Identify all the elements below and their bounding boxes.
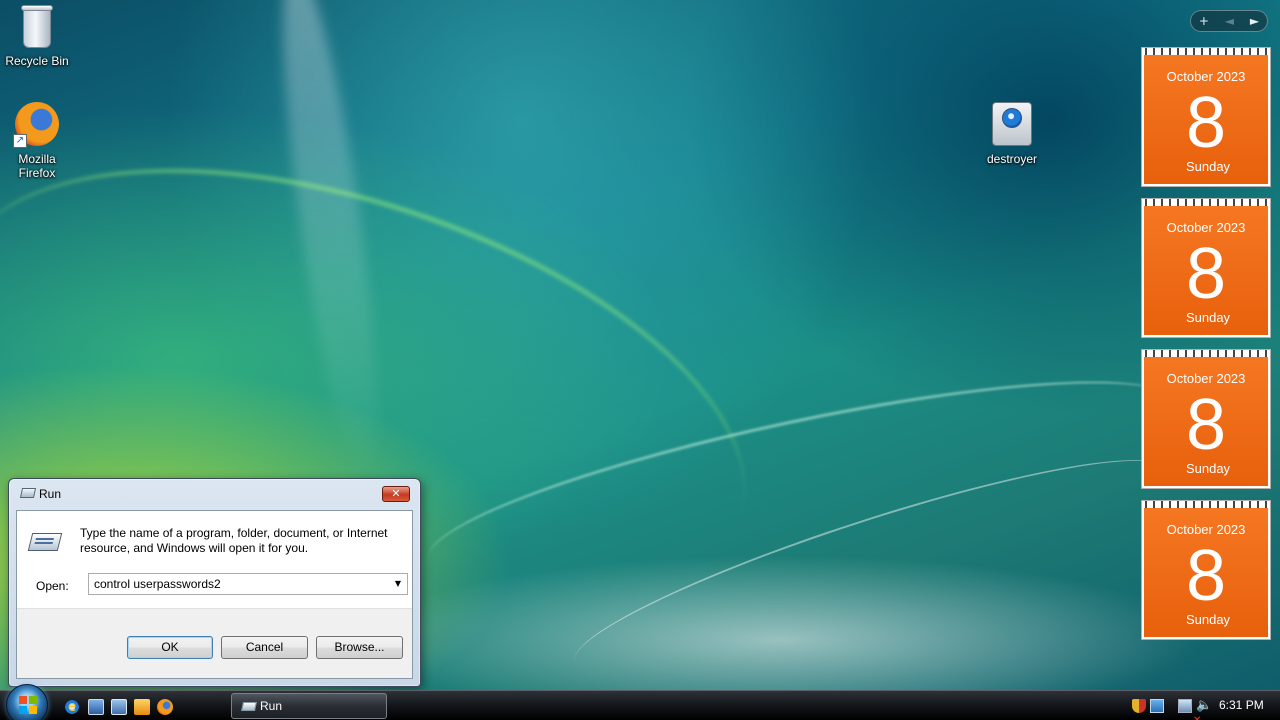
desktop-icon-label: destroyer <box>986 152 1038 166</box>
calendar-gadget[interactable]: October 2023 8 Sunday <box>1141 47 1271 187</box>
calendar-day: 8 <box>1185 385 1227 465</box>
desktop-icon-recycle-bin[interactable]: Recycle Bin <box>0 2 77 68</box>
wallpaper-light-streak <box>264 0 396 482</box>
wallpaper-light-streak <box>415 342 1185 618</box>
network-icon[interactable] <box>1150 699 1164 713</box>
start-button[interactable] <box>6 684 48 720</box>
calendar-day: 8 <box>1185 83 1227 163</box>
run-icon <box>27 533 63 551</box>
run-icon <box>241 702 257 711</box>
run-description: Type the name of a program, folder, docu… <box>80 526 388 555</box>
close-button[interactable]: ✕ <box>382 486 410 502</box>
calendar-weekday: Sunday <box>1185 159 1231 174</box>
previous-page-button[interactable]: ◄ <box>1225 14 1234 28</box>
calendar-month: October 2023 <box>1166 69 1246 84</box>
windows-logo-icon <box>19 696 37 714</box>
system-tray: 🔈✕ 6:31 PM <box>1130 691 1280 720</box>
switch-windows-icon[interactable] <box>111 699 127 715</box>
recycle-bin-icon <box>13 2 61 50</box>
calendar-weekday: Sunday <box>1185 310 1231 325</box>
calendar-month: October 2023 <box>1166 522 1246 537</box>
calendar-gadget[interactable]: October 2023 8 Sunday <box>1141 349 1271 489</box>
taskbar-button-run[interactable]: Run <box>231 693 387 719</box>
sidebar-controls: + ◄ ► <box>1190 10 1268 32</box>
taskbar: e Run 🔈✕ 6:31 PM <box>0 684 1280 720</box>
volume-muted-icon[interactable]: 🔈✕ <box>1193 699 1212 720</box>
calendar-month: October 2023 <box>1166 220 1246 235</box>
wallpaper-light-streak <box>561 426 1179 704</box>
calendar-gadget[interactable]: October 2023 8 Sunday <box>1141 198 1271 338</box>
browse-button[interactable]: Browse... <box>316 636 403 659</box>
run-dialog-titlebar[interactable]: Run ✕ <box>9 479 420 509</box>
calendar-day: 8 <box>1185 234 1227 314</box>
run-icon <box>19 488 37 498</box>
destroyer-icon <box>988 100 1036 148</box>
show-desktop-icon[interactable] <box>88 699 104 715</box>
firefox-icon[interactable] <box>157 699 173 715</box>
calendar-month: October 2023 <box>1166 371 1246 386</box>
desktop-icon-label: Mozilla Firefox <box>18 152 56 180</box>
security-shield-icon[interactable] <box>1132 699 1146 713</box>
calendar-gadget[interactable]: October 2023 8 Sunday <box>1141 500 1271 640</box>
open-combobox[interactable]: ▼ <box>88 573 408 595</box>
desktop-icon-firefox[interactable]: ↗ Mozilla Firefox <box>0 100 77 180</box>
run-dialog-body: Type the name of a program, folder, docu… <box>16 510 413 679</box>
taskbar-button-label: Run <box>260 699 283 713</box>
calendar-weekday: Sunday <box>1185 461 1231 476</box>
internet-explorer-icon[interactable]: e <box>64 699 80 715</box>
calendar-day: 8 <box>1185 536 1227 616</box>
firefox-icon: ↗ <box>13 100 61 148</box>
next-page-button[interactable]: ► <box>1250 14 1259 28</box>
clock[interactable]: 6:31 PM <box>1219 698 1264 712</box>
open-label: Open: <box>36 579 69 593</box>
open-input[interactable] <box>89 574 389 594</box>
add-gadget-button[interactable]: + <box>1199 14 1209 28</box>
cancel-button[interactable]: Cancel <box>221 636 308 659</box>
run-dialog-title: Run <box>39 487 62 501</box>
run-dialog: Run ✕ Type the name of a program, folder… <box>8 478 421 687</box>
desktop-icon-label: Recycle Bin <box>5 54 69 68</box>
shortcut-arrow-icon: ↗ <box>13 134 27 148</box>
desktop-icon-destroyer[interactable]: destroyer <box>972 100 1052 166</box>
media-player-icon[interactable] <box>134 699 150 715</box>
chevron-down-icon[interactable]: ▼ <box>389 574 407 594</box>
calendar-weekday: Sunday <box>1185 612 1231 627</box>
ok-button[interactable]: OK <box>127 636 213 659</box>
monitor-network-icon[interactable] <box>1178 699 1192 713</box>
